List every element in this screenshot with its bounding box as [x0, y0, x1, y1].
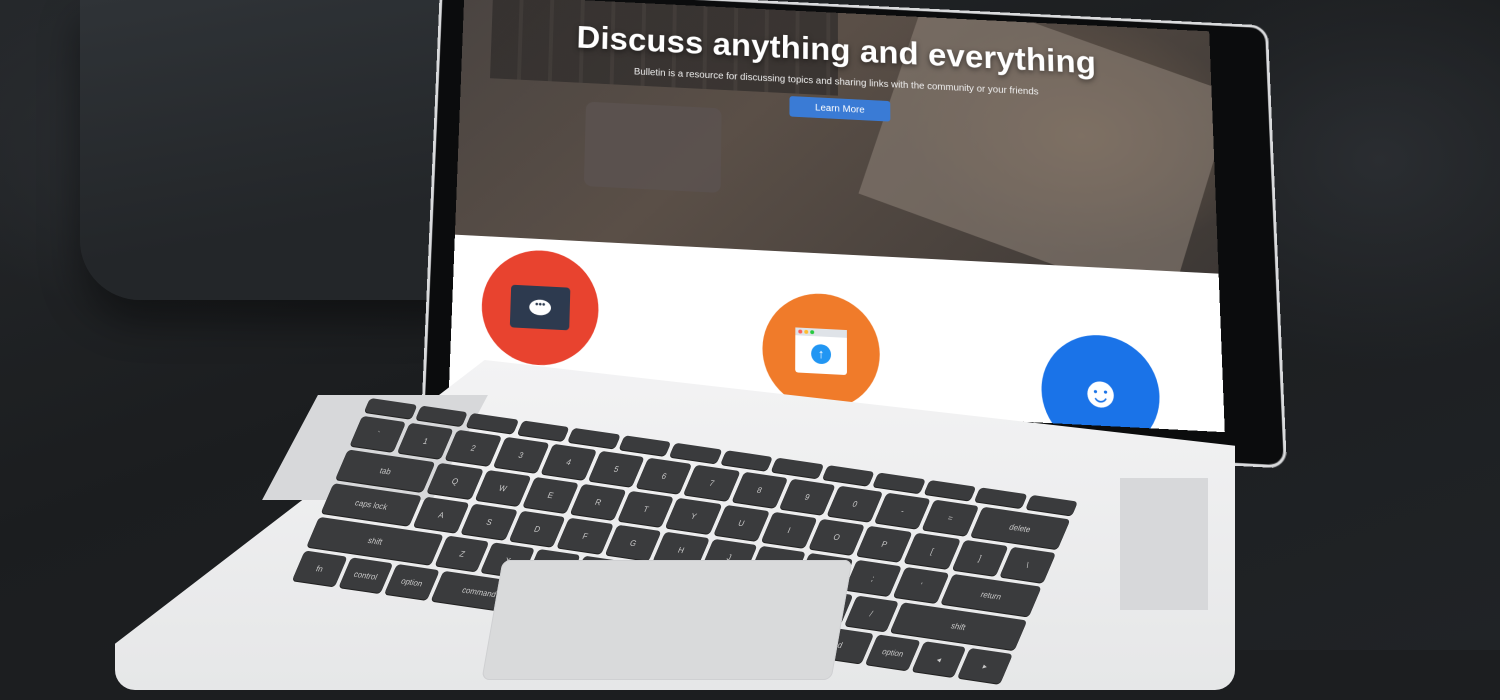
arrow-left-key[interactable]: ◂ [911, 641, 967, 678]
key[interactable]: Q [426, 462, 484, 500]
key[interactable]: 2 [445, 429, 502, 466]
key[interactable]: 5 [588, 450, 645, 487]
key[interactable]: F [556, 517, 614, 554]
key[interactable]: U [713, 504, 770, 541]
key[interactable]: D [508, 510, 566, 547]
key[interactable]: 3 [492, 436, 550, 473]
key[interactable]: I [760, 511, 818, 548]
laptop-screen: Discuss anything and everything Bulletin… [448, 0, 1225, 433]
key[interactable]: S [461, 503, 518, 540]
key[interactable]: A [413, 496, 470, 533]
key[interactable]: R [570, 483, 627, 521]
learn-more-button[interactable]: Learn More [789, 96, 891, 122]
upload-window-icon: ↑ [795, 327, 847, 376]
key[interactable]: E [522, 476, 579, 514]
person-at-desk-icon: ☻ [1076, 367, 1125, 419]
key[interactable]: [ [904, 532, 961, 569]
key[interactable]: 9 [779, 478, 836, 515]
chat-bubble-icon: ••• [509, 284, 571, 331]
key[interactable]: G [604, 524, 662, 561]
hero-photo-trackpad [583, 101, 722, 193]
feature-community[interactable]: ☻ [1040, 332, 1162, 433]
key[interactable]: Z [435, 535, 490, 572]
hero-section: Discuss anything and everything Bulletin… [454, 0, 1225, 307]
key[interactable]: W [474, 469, 532, 507]
key[interactable]: ] [951, 539, 1009, 576]
key[interactable]: P [856, 525, 913, 562]
trackpad[interactable] [481, 560, 853, 680]
key[interactable]: - [874, 492, 932, 529]
key[interactable]: O [808, 518, 866, 555]
key[interactable]: 4 [540, 443, 598, 480]
feature-discuss[interactable]: ••• [479, 247, 600, 369]
key[interactable]: 0 [826, 485, 884, 522]
key[interactable]: ' [892, 566, 950, 604]
key[interactable]: Y [665, 497, 723, 534]
key[interactable]: 6 [635, 457, 693, 494]
key[interactable]: 1 [397, 422, 455, 459]
key[interactable]: 7 [683, 464, 741, 501]
key[interactable]: = [922, 499, 979, 536]
option-key[interactable]: option [384, 564, 440, 600]
key[interactable]: ; [844, 559, 902, 597]
key[interactable]: T [617, 490, 675, 527]
option-key-right[interactable]: option [865, 634, 921, 671]
key[interactable]: 8 [731, 471, 788, 508]
right-speaker-grille [1120, 478, 1208, 610]
key[interactable]: / [844, 595, 899, 632]
control-key[interactable]: control [338, 557, 394, 594]
